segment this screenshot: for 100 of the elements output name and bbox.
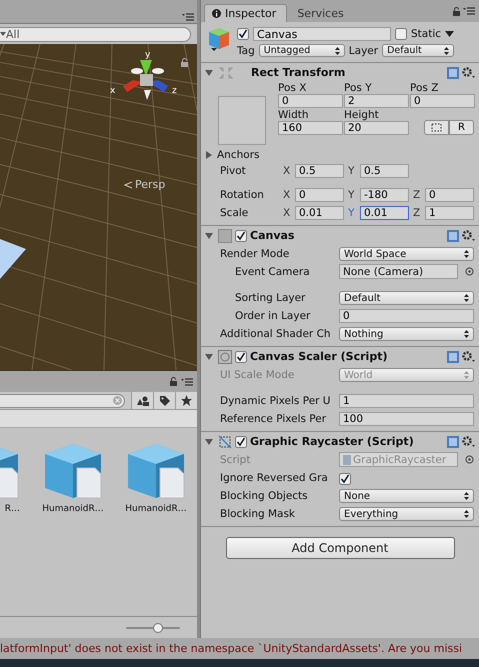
property-label: Reference Pixels Per [220,412,328,427]
number-field[interactable]: 0.01 [295,206,344,220]
number-field[interactable]: 20 [344,121,409,135]
asset-item[interactable]: HumanoidR… [43,444,103,616]
fold-arrow-icon[interactable] [205,68,213,76]
settings-icon[interactable] [462,66,475,78]
fold-arrow-icon[interactable] [205,232,213,240]
number-field[interactable]: 0 [339,309,474,323]
enabled-checkbox[interactable] [235,436,247,448]
blueprint-mode-button[interactable] [424,120,449,135]
fold-arrow-icon[interactable] [205,352,213,360]
lock-icon[interactable] [170,377,177,386]
axis-label: X [283,189,292,201]
add-component-button[interactable]: Add Component [226,537,454,559]
menu-icon[interactable] [182,13,194,21]
number-field[interactable]: 0 [278,94,343,108]
lock-icon[interactable] [453,6,460,16]
fold-arrow-icon[interactable] [205,438,213,446]
component-title: Graphic Raycaster (Script) [250,435,414,448]
zoom-slider[interactable] [126,622,180,632]
number-field[interactable]: 0 [425,188,474,202]
number-field[interactable]: 0 [410,94,475,108]
chevron-icon[interactable] [124,180,132,188]
label-button[interactable] [153,392,175,409]
tag-icon [159,395,170,406]
field-label: Width [278,109,310,121]
checkbox[interactable] [339,473,351,485]
name-field[interactable]: Canvas [253,27,391,41]
info-icon [212,9,221,18]
up-down-arrows-icon [464,371,469,379]
dropdown[interactable]: Nothing [339,327,474,341]
prefab-icon [43,444,103,500]
enabled-checkbox[interactable] [235,230,247,242]
script-file-icon [343,454,351,464]
dropdown[interactable]: None [339,489,474,503]
lock-icon[interactable] [181,58,188,67]
property-label: Dynamic Pixels Per U [220,394,332,409]
dropdown[interactable]: World Space [339,247,474,261]
up-down-arrows-icon [464,294,469,302]
fold-arrow-icon[interactable] [205,150,213,158]
active-checkbox[interactable] [237,28,249,40]
number-field[interactable]: 1 [425,206,474,220]
settings-icon[interactable] [462,350,475,362]
up-down-arrows-icon [464,510,469,518]
property-label: Blocking Mask [220,507,296,522]
tab[interactable]: Services [290,4,354,22]
dropdown-icon[interactable] [0,32,6,36]
tag-dropdown[interactable]: Untagged [258,44,345,57]
axis-gizmo-drawing[interactable]: y x z [110,48,182,116]
dropdown[interactable]: Everything [339,507,474,521]
settings-icon[interactable] [462,230,475,242]
anchors-label: Anchors [217,148,260,160]
number-field[interactable]: 0.5 [295,164,344,178]
enabled-checkbox[interactable] [235,350,247,362]
object-field[interactable]: None (Camera) [339,264,458,279]
up-down-arrows-icon [444,46,450,54]
status-message[interactable]: latformInput' does not exist in the namespace `UnityStandardAssets'. Are you missi [0,638,479,659]
field-label: Pos Y [344,82,373,94]
field-label: Pos Z [410,82,440,94]
tag-label: Tag [237,44,255,56]
property-label: Additional Shader Ch [220,327,332,342]
search-field[interactable] [0,394,125,408]
menu-icon[interactable] [181,378,193,386]
component-title: Canvas Scaler (Script) [250,350,388,363]
tab[interactable]: Inspector [204,4,288,22]
dropdown-icon[interactable] [445,31,454,37]
prefab-icon [126,444,186,500]
number-field[interactable]: 100 [339,412,474,426]
star-button[interactable] [175,392,197,409]
number-field[interactable]: -180 [360,188,409,202]
number-field[interactable]: 160 [278,121,343,135]
field-label: Height [344,109,380,121]
asset-item[interactable]: R… [0,444,20,616]
property-label: Event Camera [234,265,311,280]
property-label: UI Scale Mode [220,368,296,383]
layer-label: Layer [348,44,378,56]
number-field[interactable]: 1 [339,394,474,408]
property-label: Sorting Layer [234,291,306,306]
asset-item[interactable]: HumanoidR… [126,444,186,616]
object-picker-icon[interactable] [465,267,474,276]
menu-icon[interactable] [463,7,475,15]
filter-type-button[interactable] [131,392,153,409]
raycaster-icon [218,434,232,448]
property-label: Ignore Reversed Gra [220,471,329,486]
shapes-icon [136,396,148,406]
search-field[interactable]: All [0,26,191,42]
layer-dropdown[interactable]: Default [382,44,454,57]
settings-icon[interactable] [462,436,475,448]
rect-transform-icon [218,66,234,80]
raw-edit-button[interactable]: R [449,120,474,135]
number-field[interactable]: 0.01 [360,206,409,220]
field-label: Scale [220,206,250,221]
number-field[interactable]: 0 [295,188,344,202]
view-mode-label[interactable]: Persp [135,178,166,191]
number-field[interactable]: 2 [344,94,409,108]
object-picker-icon[interactable] [465,455,474,464]
static-checkbox[interactable] [395,28,407,40]
number-field[interactable]: 0.5 [360,164,409,178]
dropdown[interactable]: Default [339,291,474,305]
up-down-arrows-icon [334,46,340,54]
